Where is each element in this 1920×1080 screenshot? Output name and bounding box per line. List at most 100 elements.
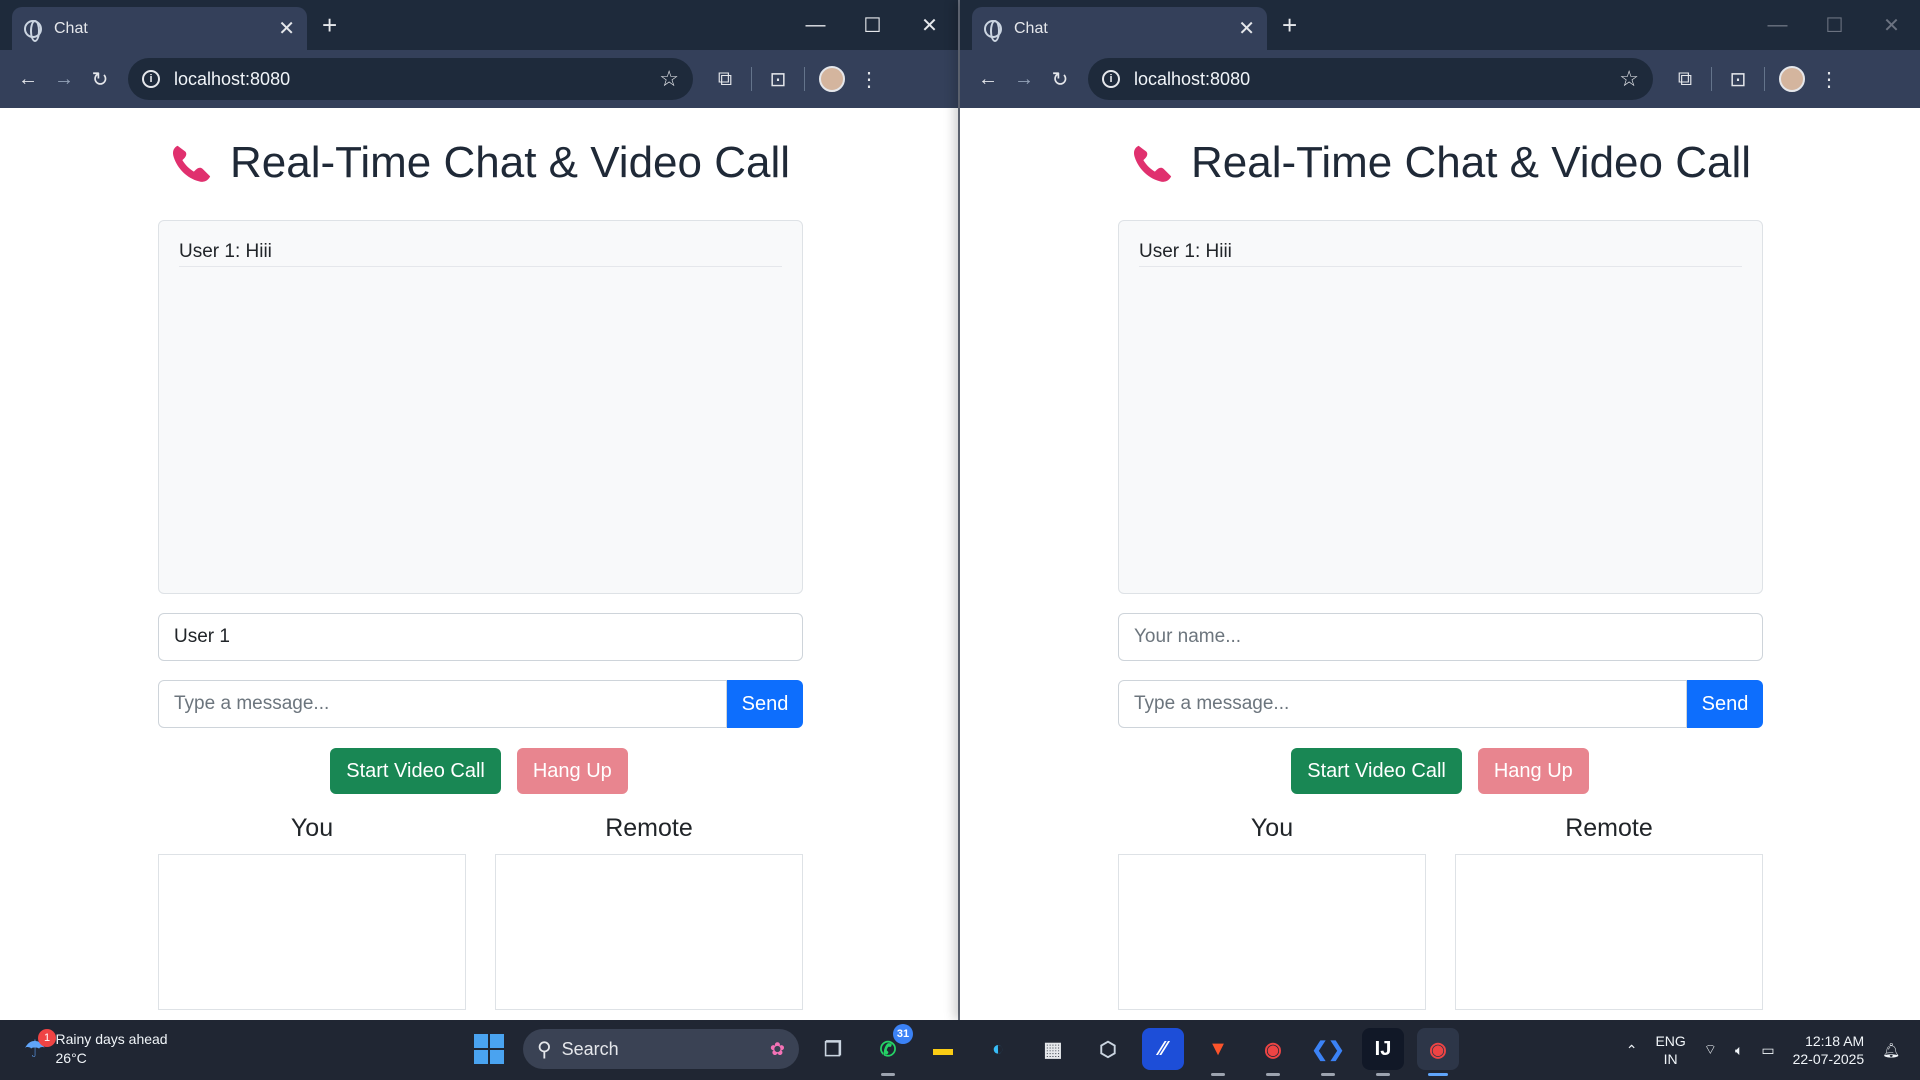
call-buttons: Start Video Call Hang Up <box>960 748 1920 794</box>
forward-icon[interactable]: → <box>1006 61 1042 97</box>
local-video <box>158 854 466 1010</box>
extensions-icon[interactable]: ⧉ <box>1667 61 1703 97</box>
tab-search-icon[interactable]: ⊡ <box>760 61 796 97</box>
reload-icon[interactable]: ↻ <box>1042 61 1078 97</box>
extensions-icon[interactable]: ⧉ <box>707 61 743 97</box>
send-button[interactable]: Send <box>1687 680 1763 728</box>
start-video-call-button[interactable]: Start Video Call <box>1291 748 1462 794</box>
system-tray: ⌃ ENG IN ⌔ 🔈︎ ▭ 12:18 AM 22-07-2025 🔔︎ <box>1626 1020 1920 1080</box>
tab-search-icon[interactable]: ⊡ <box>1720 61 1756 97</box>
bookmark-star-icon[interactable]: ☆ <box>1619 66 1639 92</box>
profile-avatar[interactable] <box>1779 66 1805 92</box>
hang-up-button[interactable]: Hang Up <box>1477 748 1589 794</box>
battery-icon[interactable]: ▭ <box>1761 1042 1774 1059</box>
weather-temp: 26°C <box>55 1050 87 1066</box>
chrome-icon[interactable]: ◉ <box>1417 1028 1459 1076</box>
close-tab-icon[interactable]: ✕ <box>278 16 295 41</box>
minimize-icon[interactable]: — <box>787 0 844 50</box>
intellij-icon[interactable]: IJ <box>1362 1028 1404 1076</box>
window-controls: — ☐ ✕ <box>1749 0 1920 50</box>
tab-title: Chat <box>1014 19 1048 37</box>
file-explorer-icon[interactable]: ▬ <box>922 1028 964 1070</box>
chat-messages-box: User 1: Hiii <box>1118 220 1763 594</box>
maximize-icon[interactable]: ☐ <box>1806 0 1863 50</box>
browser-window-right: Chat ✕ + — ☐ ✕ ← → ↻ i localhost:8080 ☆ … <box>960 0 1920 1020</box>
weather-title: Rainy days ahead <box>55 1031 168 1047</box>
name-input[interactable]: User 1 <box>158 613 803 661</box>
weather-widget[interactable]: ☂ 1 Rainy days ahead 26°C <box>24 1028 168 1068</box>
site-info-icon[interactable]: i <box>1102 70 1120 88</box>
remote-video <box>1455 854 1763 1010</box>
clock-date: 22-07-2025 <box>1792 1051 1865 1067</box>
message-input[interactable]: Type a message... <box>1118 680 1687 728</box>
chat-page: Real-Time Chat & Video Call User 1: Hiii… <box>960 108 1920 1020</box>
brave-browser-icon[interactable]: ▼ <box>1197 1028 1239 1076</box>
maximize-icon[interactable]: ☐ <box>844 0 901 50</box>
notification-badge: 1 <box>38 1028 56 1047</box>
language-indicator[interactable]: ENG IN <box>1655 1032 1685 1068</box>
region-code: IN <box>1663 1051 1678 1067</box>
back-icon[interactable]: ← <box>970 61 1006 97</box>
message-input[interactable]: Type a message... <box>158 680 727 728</box>
volume-icon[interactable]: 🔈︎ <box>1735 1042 1743 1059</box>
close-window-icon[interactable]: ✕ <box>901 0 958 50</box>
menu-icon[interactable]: ⋮ <box>1811 61 1847 97</box>
heading-text: Real-Time Chat & Video Call <box>1190 138 1751 187</box>
tab-chat[interactable]: Chat ✕ <box>12 7 307 50</box>
search-icon: ⚲ <box>537 1038 552 1061</box>
forward-icon[interactable]: → <box>46 61 82 97</box>
clock[interactable]: 12:18 AM 22-07-2025 <box>1793 1032 1865 1068</box>
name-input[interactable]: Your name... <box>1118 613 1763 661</box>
notification-bell-icon[interactable]: 🔔︎ <box>1882 1042 1900 1059</box>
search-highlight-icon: ✿ <box>769 1038 785 1059</box>
new-tab-button[interactable]: + <box>1282 10 1297 40</box>
profile-avatar[interactable] <box>819 66 845 92</box>
telephone-receiver-icon <box>1133 145 1172 182</box>
taskbar-apps: ⚲ Search ✿ ❐ ✆ 31 ▬ ◐ ▦ ⬡ ⁄⁄ ▼ ◉ ❮❯ IJ ◉ <box>468 1024 1459 1076</box>
menu-icon[interactable]: ⋮ <box>851 61 887 97</box>
edge-browser-icon[interactable]: ◐ <box>977 1028 1019 1070</box>
bookmark-star-icon[interactable]: ☆ <box>659 66 679 92</box>
minimize-icon[interactable]: — <box>1749 0 1806 50</box>
start-video-call-button[interactable]: Start Video Call <box>330 748 501 794</box>
tab-chat[interactable]: Chat ✕ <box>972 7 1267 50</box>
send-button[interactable]: Send <box>727 680 803 728</box>
address-bar[interactable]: i localhost:8080 ☆ <box>1088 58 1653 100</box>
close-tab-icon[interactable]: ✕ <box>1238 16 1255 41</box>
telephone-receiver-icon <box>172 145 211 182</box>
chat-messages-box: User 1: Hiii <box>158 220 803 594</box>
windows-start-icon[interactable] <box>468 1028 510 1070</box>
back-icon[interactable]: ← <box>10 61 46 97</box>
browser-window-left: Chat ✕ + — ☐ ✕ ← → ↻ i localhost:8080 ☆ … <box>0 0 960 1020</box>
chat-message: User 1: Hiii <box>179 241 782 267</box>
wifi-icon[interactable]: ⌔ <box>1704 1041 1717 1059</box>
task-view-icon[interactable]: ❐ <box>812 1028 854 1070</box>
site-info-icon[interactable]: i <box>142 70 160 88</box>
close-window-icon[interactable]: ✕ <box>1863 0 1920 50</box>
microsoft-store-icon[interactable]: ▦ <box>1032 1028 1074 1070</box>
toolbar-divider <box>1711 67 1712 91</box>
heading-text: Real-Time Chat & Video Call <box>229 138 790 187</box>
whatsapp-icon[interactable]: ✆ 31 <box>867 1024 913 1076</box>
tab-strip: Chat ✕ + — ☐ ✕ <box>960 0 1920 50</box>
language-code: ENG <box>1655 1033 1686 1049</box>
vscode-icon[interactable]: ❮❯ <box>1307 1028 1349 1076</box>
reload-icon[interactable]: ↻ <box>82 61 118 97</box>
page-heading: Real-Time Chat & Video Call <box>960 138 1920 188</box>
message-input-group: Type a message... Send <box>1118 680 1763 728</box>
taskbar: ☂ 1 Rainy days ahead 26°C ⚲ Search ✿ ❐ ✆… <box>0 1020 1920 1080</box>
chevron-up-icon[interactable]: ⌃ <box>1626 1042 1638 1059</box>
remote-video <box>495 854 803 1010</box>
chrome-profile-icon[interactable]: ◉ <box>1252 1028 1294 1076</box>
chat-message: User 1: Hiii <box>1139 241 1742 267</box>
tab-title: Chat <box>54 19 88 37</box>
tab-strip: Chat ✕ + — ☐ ✕ <box>0 0 958 50</box>
unity-icon[interactable]: ⬡ <box>1087 1028 1129 1070</box>
window-controls: — ☐ ✕ <box>787 0 958 50</box>
hang-up-button[interactable]: Hang Up <box>516 748 628 794</box>
taskbar-search[interactable]: ⚲ Search ✿ <box>523 1029 799 1069</box>
globe-icon <box>984 19 1002 42</box>
address-bar[interactable]: i localhost:8080 ☆ <box>128 58 693 100</box>
android-studio-icon[interactable]: ⁄⁄ <box>1142 1028 1184 1070</box>
new-tab-button[interactable]: + <box>322 10 337 40</box>
